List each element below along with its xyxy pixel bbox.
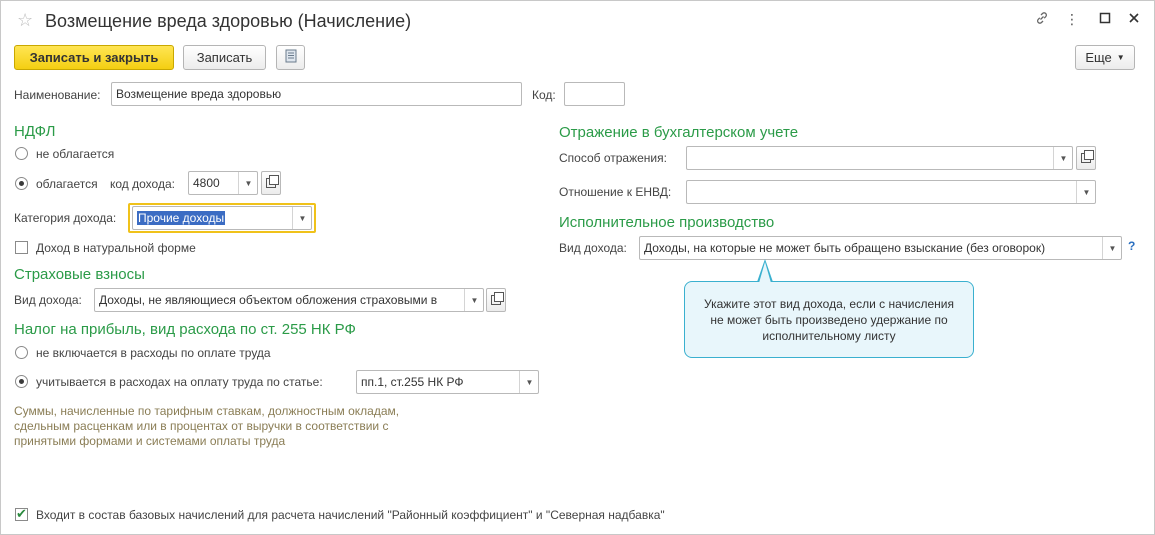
tooltip-text: Укажите этот вид дохода, если с начислен… bbox=[704, 297, 954, 343]
form-window: ☆ Возмещение вреда здоровью (Начисление)… bbox=[0, 0, 1155, 535]
close-icon[interactable] bbox=[1124, 11, 1144, 29]
accounting-section-title: Отражение в бухгалтерском учете bbox=[559, 124, 799, 141]
profit-tax-included-label: учитывается в расходах на оплату труда п… bbox=[36, 375, 323, 389]
more-menu-label: Еще bbox=[1085, 50, 1112, 65]
checkmark-icon: ✔ bbox=[16, 506, 27, 521]
income-code-open-button[interactable] bbox=[261, 171, 281, 195]
income-code-select[interactable]: 4800 ▼ bbox=[188, 171, 258, 195]
insurance-income-type-label: Вид дохода: bbox=[14, 293, 82, 307]
income-category-value: Прочие доходы bbox=[137, 211, 226, 225]
insurance-income-type-select[interactable]: Доходы, не являющиеся объектом обложения… bbox=[94, 288, 484, 312]
chevron-down-icon[interactable]: ▼ bbox=[1053, 147, 1072, 169]
chevron-down-icon[interactable]: ▼ bbox=[1102, 237, 1121, 259]
accounting-method-select[interactable]: ▼ bbox=[686, 146, 1073, 170]
list-icon bbox=[285, 49, 297, 66]
name-input[interactable]: Возмещение вреда здоровью bbox=[111, 82, 522, 106]
base-accruals-label: Входит в состав базовых начислений для р… bbox=[36, 508, 665, 522]
code-input[interactable] bbox=[564, 82, 625, 106]
enforcement-income-type-select[interactable]: Доходы, на которые не может быть обращен… bbox=[639, 236, 1122, 260]
tooltip-arrow-fill bbox=[759, 262, 771, 283]
insurance-section-title: Страховые взносы bbox=[14, 266, 145, 283]
insurance-income-type-value: Доходы, не являющиеся объектом обложения… bbox=[99, 293, 438, 307]
profit-tax-note: Суммы, начисленные по тарифным ставкам, … bbox=[14, 404, 400, 448]
more-menu-button[interactable]: Еще ▼ bbox=[1075, 45, 1135, 70]
open-icon bbox=[1081, 150, 1094, 163]
accounting-method-open-button[interactable] bbox=[1076, 146, 1096, 170]
chevron-down-icon[interactable]: ▼ bbox=[1076, 181, 1095, 203]
accounting-method-label: Способ отражения: bbox=[559, 151, 667, 165]
in-kind-label: Доход в натуральной форме bbox=[36, 241, 196, 255]
envd-label: Отношение к ЕНВД: bbox=[559, 185, 672, 199]
ndfl-section-title: НДФЛ bbox=[14, 123, 56, 140]
code-label: Код: bbox=[532, 88, 556, 102]
chevron-down-icon[interactable]: ▼ bbox=[292, 207, 311, 229]
chevron-down-icon[interactable]: ▼ bbox=[519, 371, 538, 393]
ndfl-not-taxed-label: не облагается bbox=[36, 147, 115, 161]
in-kind-checkbox[interactable] bbox=[15, 241, 28, 254]
open-icon bbox=[491, 292, 504, 305]
profit-tax-included-radio[interactable] bbox=[15, 375, 28, 388]
tooltip: Укажите этот вид дохода, если с начислен… bbox=[684, 281, 974, 358]
chevron-down-icon: ▼ bbox=[1116, 53, 1125, 62]
window-title: Возмещение вреда здоровью (Начисление) bbox=[45, 11, 412, 31]
document-list-button[interactable] bbox=[276, 45, 305, 70]
ndfl-not-taxed-radio[interactable] bbox=[15, 147, 28, 160]
save-and-close-button[interactable]: Записать и закрыть bbox=[14, 45, 174, 70]
profit-tax-not-included-radio[interactable] bbox=[15, 346, 28, 359]
chevron-down-icon[interactable]: ▼ bbox=[464, 289, 483, 311]
more-vertical-icon[interactable]: ⋮ bbox=[1062, 11, 1082, 28]
insurance-income-type-open-button[interactable] bbox=[486, 288, 506, 312]
income-code-label: код дохода: bbox=[110, 177, 175, 191]
link-icon[interactable] bbox=[1032, 11, 1052, 30]
income-category-select[interactable]: Прочие доходы ▼ bbox=[132, 206, 312, 230]
profit-tax-section-title: Налог на прибыль, вид расхода по ст. 255… bbox=[14, 321, 356, 338]
favorite-star-icon[interactable]: ☆ bbox=[17, 10, 33, 31]
enforcement-income-type-label: Вид дохода: bbox=[559, 241, 627, 255]
profit-tax-article-value: пп.1, ст.255 НК РФ bbox=[361, 375, 464, 389]
income-category-label: Категория дохода: bbox=[14, 211, 117, 225]
enforcement-income-type-value: Доходы, на которые не может быть обращен… bbox=[644, 241, 1046, 255]
open-icon bbox=[266, 175, 279, 188]
envd-select[interactable]: ▼ bbox=[686, 180, 1096, 204]
maximize-icon[interactable] bbox=[1095, 11, 1115, 29]
ndfl-taxed-label: облагается bbox=[36, 177, 98, 191]
profit-tax-not-included-label: не включается в расходы по оплате труда bbox=[36, 346, 271, 360]
profit-tax-article-select[interactable]: пп.1, ст.255 НК РФ ▼ bbox=[356, 370, 539, 394]
enforcement-section-title: Исполнительное производство bbox=[559, 214, 775, 231]
chevron-down-icon[interactable]: ▼ bbox=[238, 172, 257, 194]
save-button[interactable]: Записать bbox=[183, 45, 266, 70]
income-code-value: 4800 bbox=[193, 176, 220, 190]
name-label: Наименование: bbox=[14, 88, 101, 102]
help-icon[interactable]: ? bbox=[1128, 239, 1135, 253]
ndfl-taxed-radio[interactable] bbox=[15, 177, 28, 190]
base-accruals-checkbox[interactable]: ✔ bbox=[15, 506, 28, 521]
